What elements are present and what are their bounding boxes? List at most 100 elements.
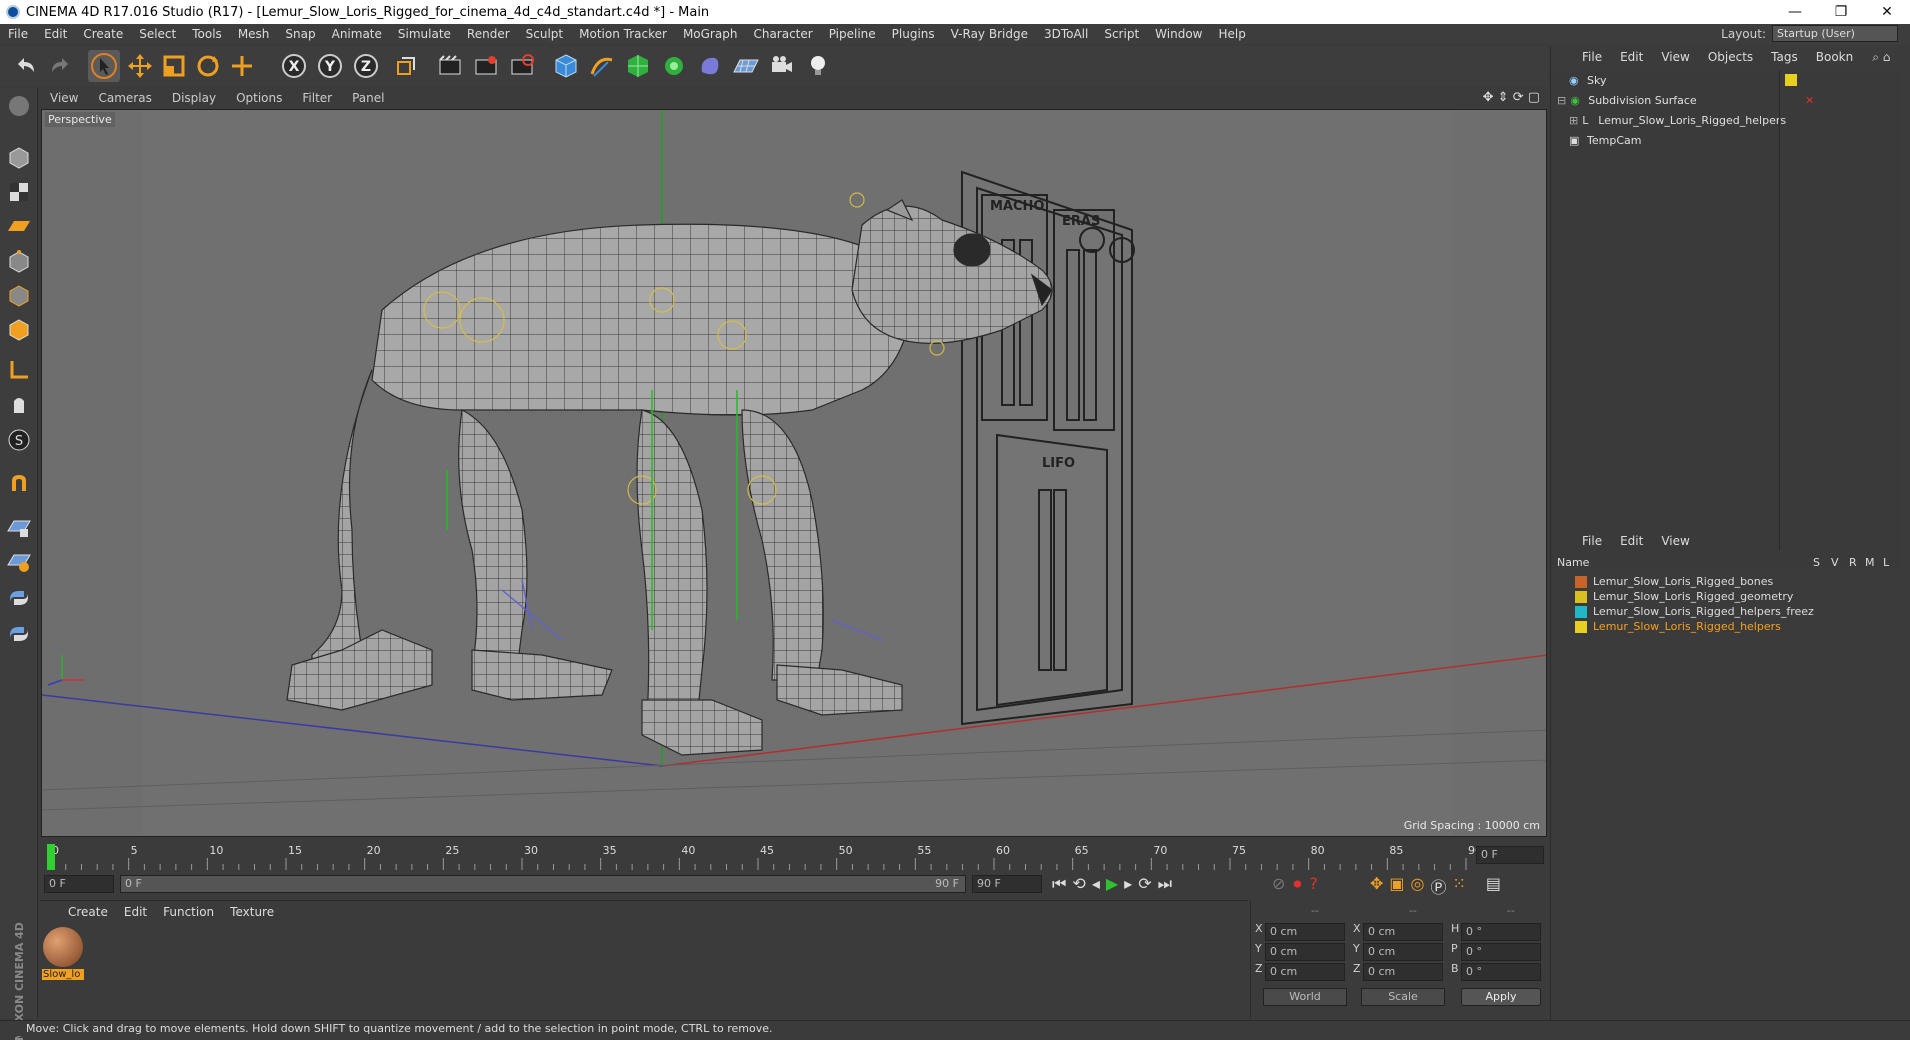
edges-mode-icon[interactable] [3, 280, 35, 312]
object-menu-bookmarks[interactable]: Bookn [1807, 50, 1862, 64]
magnet-icon[interactable] [3, 468, 35, 500]
layer-row[interactable]: Lemur_Slow_Loris_Rigged_geometry [1551, 589, 1901, 604]
rotation-b-field[interactable]: 0 ° [1461, 963, 1541, 981]
viewport-menu-filter[interactable]: Filter [292, 91, 342, 105]
menu-simulate[interactable]: Simulate [390, 27, 459, 41]
model-mode-icon[interactable] [3, 142, 35, 174]
layer-name[interactable]: Lemur_Slow_Loris_Rigged_geometry [1593, 590, 1793, 603]
menu-sculpt[interactable]: Sculpt [518, 27, 571, 41]
next-frame-icon[interactable]: ▸ [1124, 874, 1132, 894]
scale-dropdown[interactable]: Scale [1361, 988, 1445, 1006]
subdivision-icon[interactable] [622, 50, 654, 82]
timeline-window-icon[interactable]: ▤ [1486, 874, 1501, 898]
mograph-cloner-icon[interactable] [658, 50, 690, 82]
polygons-mode-icon[interactable] [3, 314, 35, 346]
size-z-field[interactable]: 0 cm [1363, 963, 1443, 981]
layer-name-selected[interactable]: Lemur_Slow_Loris_Rigged_helpers [1593, 620, 1781, 633]
disabled-x-icon[interactable]: ✕ [1805, 94, 1814, 107]
size-y-field[interactable]: 0 cm [1363, 943, 1443, 961]
menu-mesh[interactable]: Mesh [230, 27, 278, 41]
material-menu-edit[interactable]: Edit [116, 905, 155, 919]
menu-snap[interactable]: Snap [277, 27, 323, 41]
key-move-icon[interactable]: ✥ [1370, 874, 1383, 898]
layer-name[interactable]: Lemur_Slow_Loris_Rigged_helpers_freez [1593, 605, 1814, 618]
light-icon[interactable] [802, 50, 834, 82]
key-rotate-icon[interactable]: ◎ [1411, 874, 1425, 898]
expand-icon[interactable]: ⊟ [1557, 94, 1566, 107]
menu-character[interactable]: Character [745, 27, 820, 41]
minimize-button[interactable]: — [1772, 0, 1818, 24]
sculpt-brush-icon[interactable] [3, 90, 35, 122]
object-name[interactable]: Lemur_Slow_Loris_Rigged_helpers [1598, 114, 1786, 127]
object-row-tempcam[interactable]: ▣ TempCam [1551, 130, 1901, 150]
floor-icon[interactable] [730, 50, 762, 82]
3d-viewport[interactable]: MACHO ERAS LIFO Perspective Grid Spacing… [41, 109, 1547, 837]
texture-mode-icon[interactable] [3, 176, 35, 208]
layout-dropdown[interactable]: Startup (User) [1772, 25, 1898, 42]
menu-file[interactable]: File [0, 27, 36, 41]
menu-edit[interactable]: Edit [36, 27, 75, 41]
object-menu-edit[interactable]: Edit [1611, 50, 1652, 64]
prev-key-icon[interactable]: ⟲ [1072, 874, 1085, 894]
object-menu-view[interactable]: View [1652, 50, 1698, 64]
menu-motion-tracker[interactable]: Motion Tracker [571, 27, 675, 41]
redo-icon[interactable] [44, 50, 76, 82]
layer-name[interactable]: Lemur_Slow_Loris_Rigged_bones [1593, 575, 1773, 588]
axis-mode-icon[interactable] [3, 354, 35, 386]
menu-vray-bridge[interactable]: V-Ray Bridge [943, 27, 1036, 41]
record-keys-icon[interactable]: ⊘ [1272, 874, 1285, 894]
playhead[interactable] [47, 844, 55, 870]
move-icon[interactable] [124, 50, 156, 82]
x-axis-icon[interactable]: X [278, 50, 310, 82]
layer-row[interactable]: Lemur_Slow_Loris_Rigged_helpers_freez [1551, 604, 1901, 619]
viewport-menu-display[interactable]: Display [162, 91, 226, 105]
material-menu-create[interactable]: Create [60, 905, 116, 919]
menu-create[interactable]: Create [75, 27, 131, 41]
y-axis-icon[interactable]: Y [314, 50, 346, 82]
menu-3dtoall[interactable]: 3DToAll [1036, 27, 1096, 41]
apply-button[interactable]: Apply [1461, 988, 1541, 1006]
select-arrow-icon[interactable] [88, 50, 120, 82]
layer-row[interactable]: Lemur_Slow_Loris_Rigged_helpers [1551, 619, 1901, 634]
play-icon[interactable]: ▶ [1106, 874, 1118, 894]
menu-help[interactable]: Help [1210, 27, 1253, 41]
viewport-menu-options[interactable]: Options [226, 91, 292, 105]
viewport-menu-cameras[interactable]: Cameras [88, 91, 161, 105]
object-name[interactable]: Sky [1587, 74, 1606, 87]
position-y-field[interactable]: 0 cm [1265, 943, 1345, 961]
deformer-icon[interactable] [694, 50, 726, 82]
grid-lock-icon[interactable] [3, 512, 35, 544]
scale-icon[interactable] [158, 50, 190, 82]
key-param-icon[interactable]: Ⓟ [1431, 874, 1447, 898]
layer-menu-file[interactable]: File [1573, 534, 1611, 548]
live-select-icon[interactable] [226, 50, 258, 82]
rotate-icon[interactable] [192, 50, 224, 82]
menu-window[interactable]: Window [1147, 27, 1210, 41]
position-x-field[interactable]: 0 cm [1265, 923, 1345, 941]
object-row-subdivision-surface[interactable]: ⊟ ◉ Subdivision Surface ✕ [1551, 90, 1901, 110]
layer-row[interactable]: Lemur_Slow_Loris_Rigged_bones [1551, 574, 1901, 589]
material-name[interactable]: Slow_lo [42, 969, 84, 980]
menu-script[interactable]: Script [1096, 27, 1147, 41]
end-frame-field[interactable]: 90 F [972, 875, 1042, 893]
menu-render[interactable]: Render [459, 27, 518, 41]
python-script-icon[interactable] [3, 618, 35, 650]
object-row-sky[interactable]: ◉ Sky [1551, 70, 1901, 90]
timeline-ruler[interactable]: 0 5 10 15 20 25 30 35 40 45 50 55 60 65 70 75 80 85 90 0 F [40, 840, 1548, 872]
tweak-mode-icon[interactable] [3, 388, 35, 420]
layer-menu-edit[interactable]: Edit [1611, 534, 1652, 548]
object-name[interactable]: TempCam [1587, 134, 1641, 147]
frame-range-slider[interactable]: 0 F 90 F [120, 875, 966, 893]
cube-icon[interactable] [550, 50, 582, 82]
close-button[interactable]: ✕ [1864, 0, 1910, 24]
world-dropdown[interactable]: World [1263, 988, 1347, 1006]
goto-start-icon[interactable]: ⏮ [1052, 874, 1066, 894]
points-mode-icon[interactable] [3, 246, 35, 278]
coordinate-system-icon[interactable] [390, 50, 422, 82]
restore-button[interactable]: ❐ [1818, 0, 1864, 24]
key-pla-icon[interactable]: ⁙ [1453, 874, 1466, 898]
render-picture-viewer-icon[interactable] [470, 50, 502, 82]
render-settings-icon[interactable] [506, 50, 538, 82]
help-icon[interactable]: ? [1309, 874, 1318, 894]
camera-icon[interactable] [766, 50, 798, 82]
